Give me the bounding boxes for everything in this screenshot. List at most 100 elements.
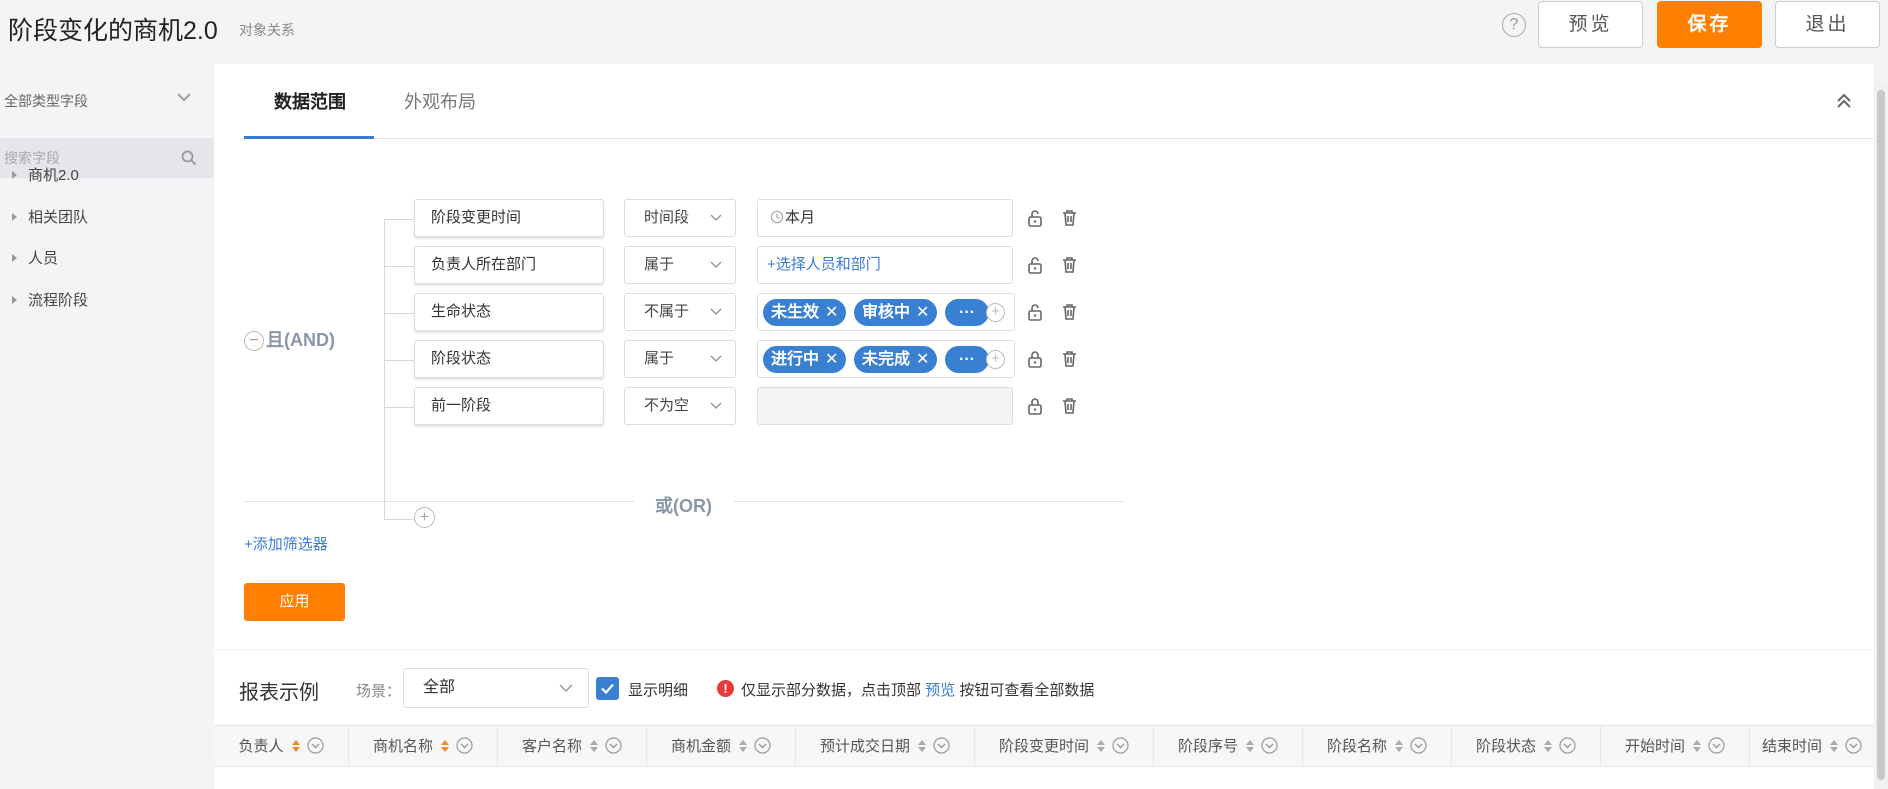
save-button[interactable]: 保存	[1657, 1, 1762, 48]
remove-tag-icon[interactable]: ✕	[825, 304, 838, 321]
remove-tag-icon[interactable]: ✕	[916, 351, 929, 368]
trash-icon[interactable]	[1060, 302, 1079, 321]
report-title: 报表示例	[239, 682, 319, 704]
trash-icon[interactable]	[1060, 396, 1079, 415]
sort-icon[interactable]	[589, 739, 599, 753]
show-detail-checkbox[interactable]	[596, 677, 619, 700]
add-tag-icon[interactable]: +	[986, 350, 1005, 369]
condition-field[interactable]: 前一阶段	[414, 387, 604, 425]
column-label: 阶段序号	[1177, 738, 1238, 755]
chevron-circle-down-icon[interactable]	[1410, 737, 1427, 754]
collapse-up-icon[interactable]	[1833, 90, 1855, 112]
condition-value[interactable]	[757, 387, 1013, 425]
chevron-circle-down-icon[interactable]	[1845, 737, 1862, 754]
chevron-circle-down-icon[interactable]	[933, 737, 950, 754]
search-icon[interactable]	[180, 149, 198, 167]
preview-link[interactable]: 预览	[925, 682, 955, 699]
column-header[interactable]: 商机名称	[349, 726, 498, 767]
table-header: 负责人 商机名称 客户名称 商机金额 预计成交日期 阶段变更时间 阶段序号 阶段…	[214, 725, 1874, 767]
column-header[interactable]: 预计成交日期	[796, 726, 975, 767]
trash-icon[interactable]	[1060, 255, 1079, 274]
sort-icon[interactable]	[1692, 739, 1702, 753]
add-condition-icon[interactable]: +	[414, 507, 435, 528]
lock-icon[interactable]	[1026, 350, 1044, 368]
chevron-circle-down-icon[interactable]	[306, 737, 324, 754]
condition-operator[interactable]: 时间段	[624, 199, 736, 237]
trash-icon[interactable]	[1060, 208, 1079, 227]
exit-button[interactable]: 退出	[1775, 1, 1880, 48]
sort-icon[interactable]	[1394, 739, 1404, 753]
apply-button[interactable]: 应用	[244, 583, 345, 621]
sort-icon[interactable]	[440, 739, 450, 753]
operator-label: 不属于	[644, 303, 690, 320]
sort-icon[interactable]	[291, 739, 301, 753]
collapse-group-icon[interactable]: −	[244, 331, 264, 351]
field-type-select[interactable]: 全部类型字段	[4, 91, 88, 111]
condition-operator[interactable]: 属于	[624, 340, 736, 378]
sort-icon[interactable]	[1245, 739, 1255, 753]
sidebar-item-person[interactable]: 人员	[12, 247, 58, 269]
help-icon[interactable]: ?	[1502, 13, 1526, 37]
column-label: 阶段名称	[1326, 738, 1387, 755]
or-label: 或(OR)	[655, 496, 712, 516]
chevron-down-icon	[559, 684, 573, 693]
unlock-icon[interactable]	[1026, 209, 1044, 227]
sidebar-item-team[interactable]: 相关团队	[12, 206, 88, 228]
sidebar-item-opportunity[interactable]: 商机2.0	[12, 164, 79, 186]
remove-tag-icon[interactable]: ✕	[916, 304, 929, 321]
sort-icon[interactable]	[1829, 739, 1839, 753]
chevron-circle-down-icon[interactable]	[456, 737, 473, 754]
column-header[interactable]: 阶段名称	[1303, 726, 1452, 767]
notice-text: 仅显示部分数据，点击顶部 预览 按钮可查看全部数据	[741, 679, 1094, 700]
chevron-circle-down-icon[interactable]	[754, 737, 771, 754]
tab-layout[interactable]: 外观布局	[404, 88, 476, 114]
remove-tag-icon[interactable]: ✕	[825, 351, 838, 368]
chevron-circle-down-icon[interactable]	[1559, 737, 1576, 754]
condition-operator[interactable]: 属于	[624, 246, 736, 284]
condition-operator[interactable]: 不为空	[624, 387, 736, 425]
lock-icon[interactable]	[1026, 397, 1044, 415]
chevron-circle-down-icon[interactable]	[1112, 737, 1129, 754]
scene-select[interactable]: 全部	[403, 668, 589, 708]
add-tag-icon[interactable]: +	[986, 303, 1005, 322]
unlock-icon[interactable]	[1026, 256, 1044, 274]
column-header[interactable]: 客户名称	[498, 726, 647, 767]
select-people-link[interactable]: +选择人员和部门	[757, 246, 1013, 284]
column-header[interactable]: 阶段变更时间	[975, 726, 1154, 767]
preview-button[interactable]: 预览	[1538, 1, 1643, 48]
unlock-icon[interactable]	[1026, 303, 1044, 321]
sort-icon[interactable]	[1096, 739, 1106, 753]
more-tags-button[interactable]: ···	[945, 346, 989, 373]
add-filter-link[interactable]: +添加筛选器	[244, 533, 328, 554]
caret-right-icon	[12, 213, 17, 221]
condition-field[interactable]: 阶段变更时间	[414, 199, 604, 237]
chevron-circle-down-icon[interactable]	[1261, 737, 1278, 754]
row-connector	[384, 407, 414, 408]
column-header[interactable]: 结束时间	[1750, 726, 1874, 767]
scrollbar-thumb[interactable]	[1877, 90, 1885, 780]
tab-data-range[interactable]: 数据范围	[274, 88, 346, 114]
chevron-circle-down-icon[interactable]	[1708, 737, 1725, 754]
trash-icon[interactable]	[1060, 349, 1079, 368]
condition-value-tags[interactable]: 未生效 ✕ 审核中 ✕ ··· +	[757, 293, 1015, 331]
condition-field[interactable]: 生命状态	[414, 293, 604, 331]
chevron-circle-down-icon[interactable]	[605, 737, 622, 754]
column-header[interactable]: 商机金额	[647, 726, 796, 767]
condition-operator[interactable]: 不属于	[624, 293, 736, 331]
sort-icon[interactable]	[738, 739, 748, 753]
column-header[interactable]: 阶段状态	[1452, 726, 1601, 767]
condition-field[interactable]: 负责人所在部门	[414, 246, 604, 284]
more-tags-button[interactable]: ···	[945, 299, 989, 326]
chevron-down-icon[interactable]	[175, 88, 193, 106]
condition-field[interactable]: 阶段状态	[414, 340, 604, 378]
sidebar-item-stage[interactable]: 流程阶段	[12, 289, 88, 311]
column-header[interactable]: 开始时间	[1601, 726, 1750, 767]
tag-label: 未生效	[771, 304, 820, 321]
sort-icon[interactable]	[1543, 739, 1553, 753]
condition-value[interactable]: 本月	[757, 199, 1013, 237]
column-header[interactable]: 阶段序号	[1154, 726, 1303, 767]
column-header[interactable]: 负责人	[214, 726, 349, 767]
condition-value-tags[interactable]: 进行中 ✕ 未完成 ✕ ··· +	[757, 340, 1015, 378]
column-label: 结束时间	[1761, 738, 1822, 755]
sort-icon[interactable]	[917, 739, 927, 753]
